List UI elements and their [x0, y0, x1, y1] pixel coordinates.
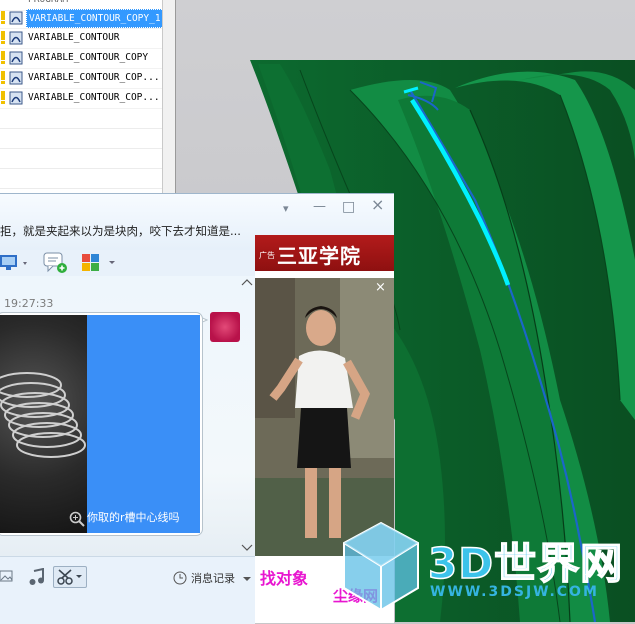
tree-empty-row: [0, 128, 162, 149]
tree-row-operation[interactable]: VARIABLE_CONTOUR_COP...: [0, 68, 162, 89]
minimize-button[interactable]: —: [313, 200, 326, 214]
image-icon[interactable]: [0, 569, 16, 585]
spring-photo[interactable]: [0, 315, 87, 533]
ad-banner[interactable]: 广告 三亚学院: [255, 235, 394, 271]
screenshot-button[interactable]: [53, 566, 87, 588]
ad-tag: 广告: [259, 251, 275, 260]
warning-mark-icon: [1, 91, 5, 104]
scroll-up-icon[interactable]: [240, 276, 254, 288]
music-icon[interactable]: [28, 568, 46, 586]
woman-photo: [255, 278, 394, 556]
message-history[interactable]: 19:27:33 你取的r槽中心线吗: [0, 276, 255, 556]
add-chat-icon[interactable]: [42, 251, 68, 275]
warning-mark-icon: [1, 51, 5, 64]
tree-row-operation[interactable]: VARIABLE_CONTOUR_COPY: [0, 48, 162, 69]
chevron-down-icon[interactable]: [242, 575, 252, 583]
watermark-title: 3D世界网: [427, 538, 624, 589]
variable-contour-operation-icon: [9, 11, 23, 25]
maximize-button[interactable]: □: [342, 200, 355, 214]
zoom-icon[interactable]: [69, 511, 85, 527]
cube-logo-icon: [343, 521, 419, 612]
tree-row-operation[interactable]: VARIABLE_CONTOUR: [0, 28, 162, 49]
apps-grid-icon[interactable]: [80, 252, 120, 274]
tree-empty-row: [0, 168, 162, 189]
chat-window: ▾ — □ × 拒，就是夹起来以为是块肉，咬下去才知道是... 19:27:33: [0, 193, 394, 624]
message-timestamp: 19:27:33: [4, 297, 54, 310]
watermark-url: WWW.3DSJW.COM: [430, 584, 599, 600]
operation-tree: PROGRAM VARIABLE_CONTOUR_COPY_1 VARIABLE…: [0, 0, 163, 200]
warning-mark-icon: [1, 71, 5, 84]
ad-cta-text[interactable]: 找对象: [260, 565, 308, 589]
ad-close-button[interactable]: ×: [375, 280, 386, 295]
variable-contour-operation-icon: [9, 71, 23, 85]
variable-contour-operation-icon: [9, 51, 23, 65]
scissors-icon: [57, 569, 82, 585]
contact-signature: 拒，就是夹起来以为是块肉，咬下去才知道是...: [0, 224, 241, 238]
message-history-button[interactable]: 消息记录: [191, 570, 235, 586]
clock-icon: [173, 571, 187, 585]
tree-row-label: VARIABLE_CONTOUR: [28, 32, 120, 43]
tree-empty-row: [0, 148, 162, 169]
warning-mark-icon: [1, 31, 5, 44]
tree-row-label: VARIABLE_CONTOUR_COPY_1: [26, 9, 162, 28]
ad-banner-text: 三亚学院: [277, 244, 361, 268]
scroll-down-icon[interactable]: [240, 542, 254, 554]
tree-row-label: VARIABLE_CONTOUR_COPY: [28, 52, 149, 63]
tree-row-label: VARIABLE_CONTOUR_COP...: [28, 72, 160, 83]
warning-mark-icon: [1, 11, 5, 24]
sender-avatar[interactable]: [210, 312, 240, 342]
tree-row-operation[interactable]: VARIABLE_CONTOUR_COPY_1: [0, 8, 162, 29]
image-panel: [87, 315, 200, 533]
screen-share-icon[interactable]: [0, 252, 32, 274]
menu-dropdown-icon[interactable]: ▾: [283, 202, 289, 216]
image-message-bubble[interactable]: 你取的r槽中心线吗: [0, 312, 203, 536]
tree-empty-row: [0, 108, 162, 129]
variable-contour-operation-icon: [9, 31, 23, 45]
tree-row-operation[interactable]: VARIABLE_CONTOUR_COP...: [0, 88, 162, 109]
tree-row-label: VARIABLE_CONTOUR_COP...: [28, 92, 160, 103]
input-toolbar: 消息记录: [0, 556, 255, 624]
variable-contour-operation-icon: [9, 91, 23, 105]
site-watermark: 3D世界网 WWW.3DSJW.COM: [338, 518, 635, 622]
image-caption: 你取的r槽中心线吗: [87, 511, 180, 524]
spring-coil-image: [0, 372, 86, 458]
operation-navigator-panel: PROGRAM VARIABLE_CONTOUR_COPY_1 VARIABLE…: [0, 0, 176, 200]
close-button[interactable]: ×: [371, 197, 384, 213]
ad-photo[interactable]: [255, 278, 394, 556]
